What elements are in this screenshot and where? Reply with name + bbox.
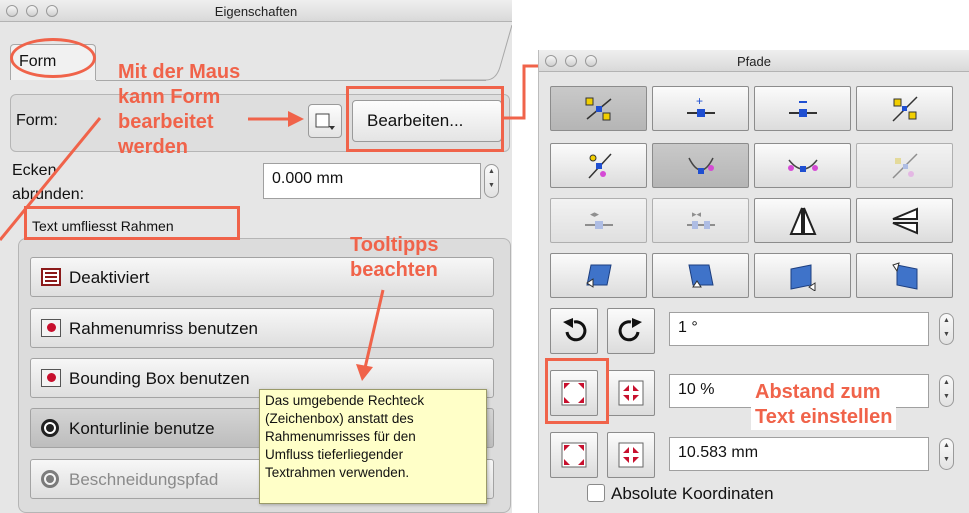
- mirror-horizontal-icon: [788, 207, 817, 235]
- annotation-arrows-left: [0, 111, 385, 381]
- shear-right-icon: [687, 264, 714, 287]
- arrowhead-shape: [288, 111, 304, 127]
- add-node-button[interactable]: +: [652, 86, 749, 131]
- mirror-vertical-icon: [892, 207, 918, 234]
- window-title: Pfade: [737, 54, 771, 69]
- arrow-to-tooltip: [363, 289, 385, 369]
- rotate-cw-icon: [618, 318, 642, 342]
- shrink-arrows-icon: [618, 442, 644, 468]
- svg-text:◂▸: ◂▸: [590, 209, 600, 219]
- open-path-button[interactable]: ◂▸: [550, 198, 647, 243]
- shear-up-icon: [891, 261, 917, 290]
- properties-window: Eigenschaften Form Form: Bearbeiten... E…: [0, 0, 512, 513]
- node-move-icon: [585, 97, 611, 120]
- delete-node-icon: [788, 100, 817, 117]
- node-move-button[interactable]: [550, 86, 647, 131]
- shear-left-button[interactable]: [550, 253, 647, 298]
- close-path-button[interactable]: ▸◂: [652, 198, 749, 243]
- reset-control-points-icon: [891, 95, 918, 122]
- arrow-mouse-line: [0, 117, 102, 241]
- absolute-coordinates-label: Absolute Koordinaten: [611, 484, 774, 503]
- symmetric-points-icon: [687, 157, 714, 174]
- distance-input[interactable]: 10.583 mm: [669, 437, 929, 471]
- shear-left-icon: [585, 264, 612, 288]
- independent-points-icon: [587, 152, 612, 179]
- enlarge-by-distance-button[interactable]: [550, 432, 598, 478]
- arrowhead-tooltip: [356, 364, 373, 381]
- distance-stepper[interactable]: ▲ ▼: [939, 438, 954, 470]
- highlight-enlarge-button: [545, 358, 609, 424]
- shear-down-button[interactable]: [754, 253, 851, 298]
- svg-text:+: +: [696, 95, 703, 108]
- rotate-ccw-icon: [563, 318, 587, 342]
- paths-titlebar: Pfade: [539, 50, 969, 72]
- reset-control-points-button[interactable]: [856, 86, 953, 131]
- shear-up-button[interactable]: [856, 253, 953, 298]
- absolute-coordinates-checkbox[interactable]: [587, 484, 605, 502]
- shrink-by-distance-button[interactable]: [607, 432, 655, 478]
- reset-handle-icon: [891, 152, 918, 179]
- independent-control-points-button[interactable]: [550, 143, 647, 188]
- smooth-node-button[interactable]: [754, 143, 851, 188]
- close-path-icon: ▸◂: [686, 209, 715, 229]
- svg-text:▸◂: ▸◂: [692, 209, 702, 219]
- annotation-distance: Abstand zum Text einstellen: [751, 380, 897, 430]
- add-node-icon: +: [686, 95, 715, 117]
- rotate-cw-button[interactable]: [607, 308, 655, 354]
- paths-window: Pfade + ◂▸ ▸◂ 1 ° ▲ ▼ 10 % ▲ ▼ 10.583 mm…: [538, 50, 969, 513]
- annotation-line: Text einstellen: [755, 406, 893, 428]
- reset-handle-button[interactable]: [856, 143, 953, 188]
- shrink-button[interactable]: [607, 370, 655, 416]
- mirror-horizontal-button[interactable]: [754, 198, 851, 243]
- rotate-ccw-button[interactable]: [550, 308, 598, 354]
- symmetric-control-points-button[interactable]: [652, 143, 749, 188]
- shear-down-icon: [790, 263, 815, 291]
- rotate-angle-input[interactable]: 1 °: [669, 312, 929, 346]
- scale-percent-stepper[interactable]: ▲ ▼: [939, 375, 954, 407]
- rotate-angle-stepper[interactable]: ▲ ▼: [939, 313, 954, 345]
- delete-node-button[interactable]: [754, 86, 851, 131]
- open-path-icon: ◂▸: [584, 209, 613, 229]
- smooth-node-icon: [787, 159, 818, 172]
- shrink-arrows-icon: [618, 380, 644, 406]
- annotation-line: Abstand zum: [755, 381, 881, 403]
- shear-right-button[interactable]: [652, 253, 749, 298]
- mirror-vertical-button[interactable]: [856, 198, 953, 243]
- expand-arrows-icon: [561, 442, 587, 468]
